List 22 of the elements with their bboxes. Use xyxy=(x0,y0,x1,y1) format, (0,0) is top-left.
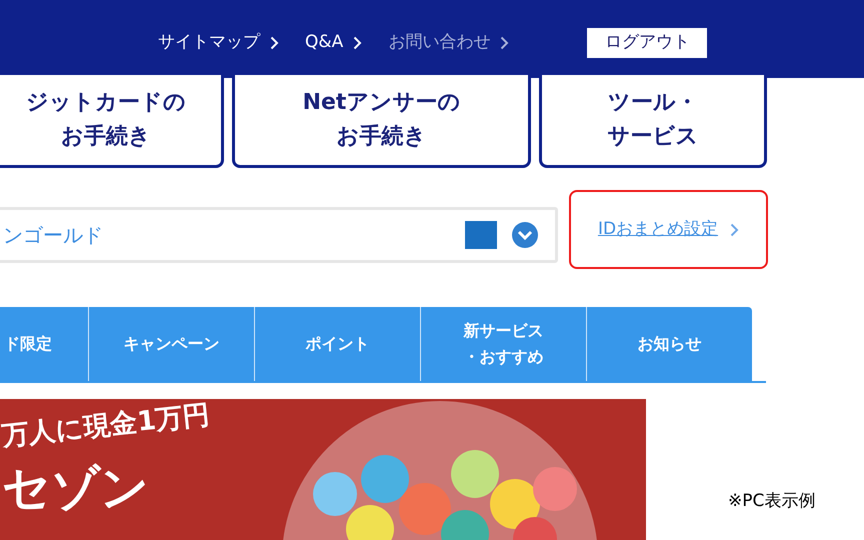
banner-brand-text: セゾン xyxy=(2,458,150,518)
banner-headline: 万人に現金1万円 xyxy=(0,399,212,454)
category-tab[interactable]: ド限定 xyxy=(0,307,88,381)
chevron-right-icon xyxy=(270,36,279,50)
category-tab[interactable]: ポイント xyxy=(254,307,420,381)
id-settings-link[interactable]: IDおまとめ設定 xyxy=(569,190,768,269)
header-nav-link[interactable]: Q&A xyxy=(305,30,362,56)
category-tab[interactable]: お知らせ xyxy=(586,307,752,381)
card-select-field[interactable]: ンゴールド xyxy=(0,206,558,262)
promo-banner[interactable]: 万人に現金1万円 セゾン xyxy=(0,399,646,540)
chevron-right-icon xyxy=(730,222,740,236)
menu-card[interactable]: Netアンサーの お手続き xyxy=(232,75,531,168)
menu-card[interactable]: ツール・ サービス xyxy=(539,75,767,168)
chevron-right-icon xyxy=(353,36,362,50)
menu-card[interactable]: ジットカードの お手続き xyxy=(0,75,224,168)
dropdown-chevron-icon[interactable] xyxy=(511,220,539,248)
category-tab[interactable]: 新サービス ・おすすめ xyxy=(420,307,586,381)
header-nav-link[interactable]: サイトマップ xyxy=(158,30,279,56)
display-note: ※PC表示例 xyxy=(728,490,816,513)
logout-button[interactable]: ログアウト xyxy=(587,28,708,58)
chevron-right-icon xyxy=(500,36,510,50)
category-tab[interactable]: キャンペーン xyxy=(88,307,254,381)
